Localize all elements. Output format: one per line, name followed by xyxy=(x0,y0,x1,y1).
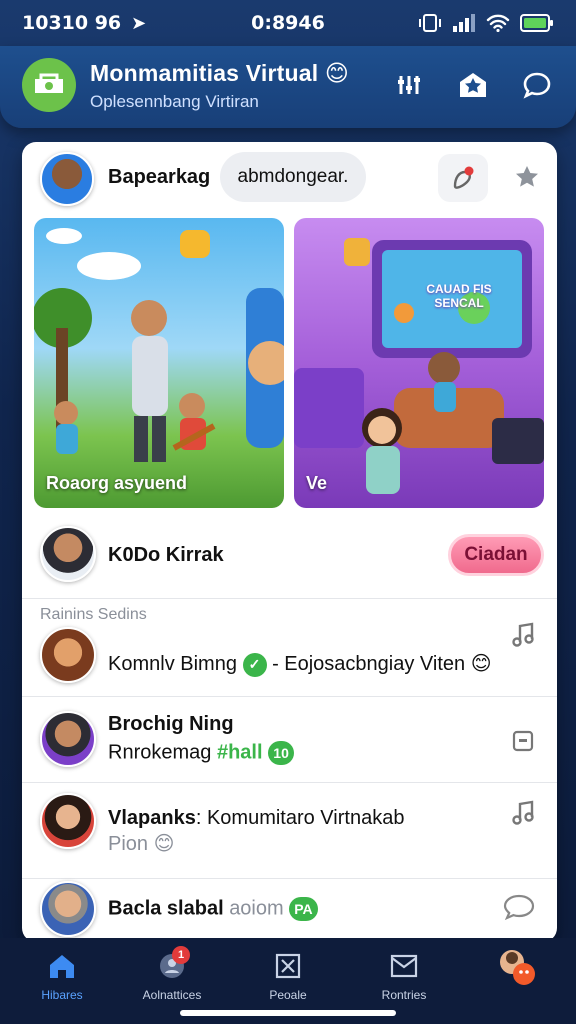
tile-screen-text: CAUAD FIS SENCAL xyxy=(426,282,492,310)
activity-tile-game[interactable]: CAUAD FIS SENCAL Ve xyxy=(294,218,544,508)
inbox-icon xyxy=(388,950,420,982)
leaf-badge-icon: ✓ xyxy=(242,652,267,677)
people-icon: 1 xyxy=(156,946,190,982)
app-logo[interactable] xyxy=(22,58,76,112)
chat-bubble-icon xyxy=(523,72,551,99)
signal-icon xyxy=(453,14,475,32)
message-text-1: : Komumitaro Virtnakab xyxy=(195,807,405,829)
message-row[interactable]: Brochig Ning Rnrokemag #hall 10 xyxy=(22,696,557,782)
home-indicator[interactable] xyxy=(180,1010,396,1016)
message-avatar xyxy=(40,881,96,937)
nav-item-profile[interactable] xyxy=(466,950,566,994)
app-title: Monmamitias Virtual 😊 xyxy=(90,60,349,87)
tile-label-outdoor: Roaorg asyuend xyxy=(46,473,188,493)
message-row[interactable]: Komnlv Bimng ✓ - Eojosacbngiay Viten 😊 xyxy=(22,598,557,696)
nav-item-activities[interactable]: 1 Aolnattices xyxy=(122,946,222,1002)
nav-label: Peoale xyxy=(269,988,307,1002)
message-text-1: Komnlv Bimng xyxy=(108,653,237,675)
message-sub: Pion 😊 xyxy=(108,831,174,856)
box-x-icon xyxy=(272,950,304,982)
message-text-1: Bacla slabal xyxy=(108,897,224,920)
app-header: Monmamitias Virtual 😊 Oplesennbang Virti… xyxy=(0,46,576,128)
nav-item-rontries[interactable]: Rontries xyxy=(354,950,454,1002)
app-subtitle: Oplesennbang Virtiran xyxy=(90,92,259,111)
star-button[interactable] xyxy=(512,162,542,192)
status-time: 10310 96 xyxy=(22,12,122,34)
status-bar: 10310 96 ➤ 0:8946 xyxy=(0,0,576,46)
app-logo-icon xyxy=(35,73,63,93)
outdoor-scene-illustration xyxy=(34,228,284,462)
contact-name: K0Do Kirrak xyxy=(108,544,224,566)
stop-icon[interactable] xyxy=(509,727,537,755)
profile-name: Bapearkag xyxy=(108,166,211,188)
message-title: Vlapanks: Komumitaro Virtnakab xyxy=(108,807,404,830)
count-badge: PA xyxy=(289,897,318,921)
message-text: Komnlv Bimng ✓ - Eojosacbngiay Viten 😊 xyxy=(108,651,492,677)
notification-badge: 1 xyxy=(172,946,190,964)
contact-avatar xyxy=(40,526,96,582)
map-pin-icon xyxy=(453,166,474,189)
activity-tile-outdoor[interactable]: Roaorg asyuend xyxy=(34,218,284,508)
contact-row[interactable]: K0Do Kirrak Ciadan xyxy=(22,520,557,598)
message-row[interactable]: Vlapanks: Komumitaro Virtnakab Pion 😊 xyxy=(22,782,557,864)
smile-emoji-icon: 😊 xyxy=(153,831,175,855)
star-icon xyxy=(516,166,538,187)
message-text-2: aoiom xyxy=(229,897,284,920)
message-title-text: Vlapanks xyxy=(108,807,196,829)
message-text-2: - Eojosacbngiay Viten xyxy=(272,653,466,675)
battery-icon xyxy=(520,14,553,32)
count-badge: 10 xyxy=(268,741,295,765)
message-avatar xyxy=(40,793,96,849)
nav-item-people[interactable]: Peoale xyxy=(238,950,338,1002)
message-row[interactable]: Bacla slabal aoiom PA xyxy=(22,878,557,942)
favorites-mail-button[interactable] xyxy=(452,64,494,106)
status-pill[interactable]: abmdongear. xyxy=(220,152,366,202)
nav-label: Hibares xyxy=(41,988,83,1002)
message-sub-text: Pion xyxy=(108,833,149,855)
feed-card: Bapearkag abmdongear. Roaorg asyuend CAU… xyxy=(22,142,557,942)
vibrate-icon xyxy=(419,14,441,32)
message-text-1: Rnrokemag xyxy=(108,741,212,764)
message-text: Bacla slabal aoiom PA xyxy=(108,897,318,921)
filter-icon xyxy=(398,76,420,94)
game-scene-illustration xyxy=(294,238,544,494)
filter-button[interactable] xyxy=(388,64,430,106)
join-button[interactable]: Ciadan xyxy=(448,534,544,576)
chat-bubble-icon[interactable] xyxy=(501,893,537,921)
smile-emoji-icon: 😊 xyxy=(324,61,350,87)
location-button[interactable] xyxy=(438,154,488,202)
music-note-icon xyxy=(509,621,537,649)
message-text: Rnrokemag #hall 10 xyxy=(108,741,295,765)
avatar-icon xyxy=(494,944,538,988)
nav-label: Rontries xyxy=(381,988,427,1002)
chat-button[interactable] xyxy=(516,64,558,106)
app-title-text: Monmamitias Virtual xyxy=(90,60,319,86)
message-avatar xyxy=(40,627,96,683)
nav-label: Aolnattices xyxy=(142,988,202,1002)
wifi-icon xyxy=(486,14,510,32)
tile-label-game: Ve xyxy=(306,473,328,493)
profile-avatar[interactable] xyxy=(40,152,94,206)
message-title: Brochig Ning xyxy=(108,713,234,735)
smile-emoji-icon: 😊 xyxy=(470,651,492,675)
star-envelope-icon xyxy=(460,73,486,97)
nav-item-home[interactable]: Hibares xyxy=(12,950,112,1002)
message-avatar xyxy=(40,711,96,767)
music-note-icon xyxy=(509,799,537,827)
location-icon: ➤ xyxy=(131,12,147,34)
profile-row: Bapearkag abmdongear. xyxy=(22,142,557,214)
hashtag-text: #hall xyxy=(216,741,263,764)
home-icon xyxy=(46,950,78,982)
